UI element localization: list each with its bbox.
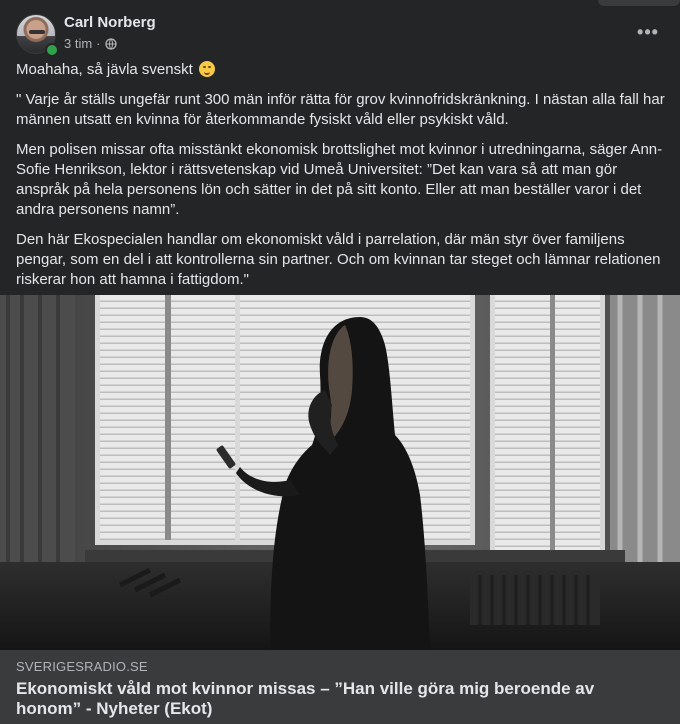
post-paragraph: Men polisen missar ofta misstänkt ekonom… — [16, 141, 663, 218]
winking-smiley-icon — [198, 61, 215, 77]
online-status-icon — [45, 43, 59, 57]
link-preview-image[interactable] — [0, 295, 680, 650]
post-text: Moahaha, så jävla svenskt " Varje år stä… — [16, 60, 666, 300]
post-meta: 3 tim · — [64, 36, 117, 51]
post-paragraph: " Varje år ställs ungefär runt 300 män i… — [16, 91, 665, 128]
post-timestamp[interactable]: 3 tim — [64, 36, 92, 51]
silhouette-photo — [0, 295, 680, 650]
author-name[interactable]: Carl Norberg — [64, 14, 156, 31]
meta-separator: · — [96, 36, 101, 51]
post-paragraph: Den här Ekospecialen handlar om ekonomis… — [16, 231, 661, 288]
post-paragraph-text: Moahaha, så jävla svenskt — [16, 61, 193, 78]
post-card: Carl Norberg 3 tim · ••• Moahaha, så jäv… — [0, 0, 680, 724]
post-header: Carl Norberg 3 tim · ••• — [16, 12, 664, 57]
post-paragraph: Moahaha, så jävla svenskt — [16, 60, 666, 80]
globe-icon[interactable] — [104, 37, 117, 50]
link-title[interactable]: Ekonomiskt våld mot kvinnor missas – ”Ha… — [16, 679, 656, 719]
more-options-button[interactable]: ••• — [632, 16, 664, 48]
previous-card-edge — [598, 0, 680, 6]
link-domain: SVERIGESRADIO.SE — [16, 659, 148, 674]
link-preview[interactable]: SVERIGESRADIO.SE Ekonomiskt våld mot kvi… — [0, 650, 680, 724]
